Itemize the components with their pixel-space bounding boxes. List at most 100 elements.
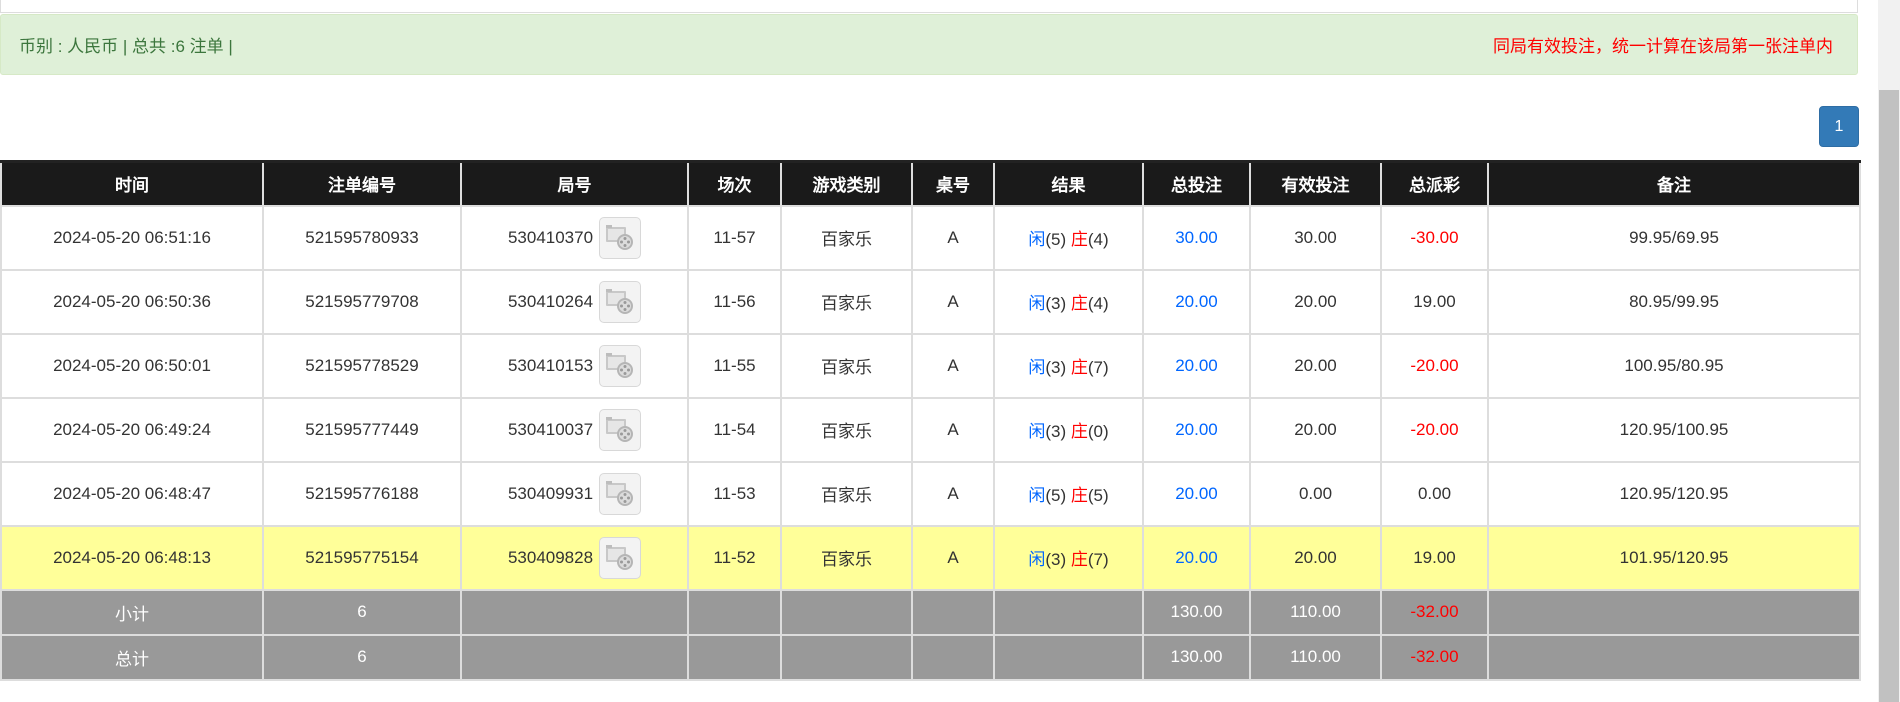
- cell-table-no: A: [911, 396, 995, 463]
- cell-round: 530410153: [460, 332, 689, 399]
- cell-session: 11-54: [687, 396, 782, 463]
- cell-valid-bet: 20.00: [1249, 524, 1382, 591]
- cell-note: 80.95/99.95: [1487, 268, 1861, 335]
- grand-total-label: 总计: [0, 633, 264, 681]
- cell-game-type: 百家乐: [780, 204, 913, 271]
- cell-note: 120.95/100.95: [1487, 396, 1861, 463]
- cell-valid-bet: 30.00: [1249, 204, 1382, 271]
- subtotal-payout: -32.00: [1380, 588, 1489, 636]
- subtotal-valid-bet: 110.00: [1249, 588, 1382, 636]
- cell-time: 2024-05-20 06:48:47: [0, 460, 264, 527]
- cell-bet-id: 521595780933: [262, 204, 462, 271]
- cell-payout: 19.00: [1380, 524, 1489, 591]
- result-banker-label: 庄: [1070, 486, 1088, 505]
- round-number: 530410037: [507, 419, 594, 439]
- result-banker-value: (4): [1087, 230, 1109, 249]
- video-replay-icon[interactable]: [599, 536, 642, 579]
- video-replay-icon[interactable]: [599, 344, 642, 387]
- result-player-label: 闲: [1028, 486, 1046, 505]
- header-time: 时间: [0, 160, 264, 207]
- cell-game-type: 百家乐: [780, 332, 913, 399]
- cell-session: 11-57: [687, 204, 782, 271]
- result-player-label: 闲: [1028, 358, 1046, 377]
- info-bar: 币别 : 人民币 | 总共 :6 注单 | 同局有效投注，统一计算在该局第一张注…: [0, 14, 1858, 75]
- result-player-value: (5): [1045, 486, 1067, 505]
- cell-total-bet: 20.00: [1142, 268, 1251, 335]
- cell-session: 11-52: [687, 524, 782, 591]
- grand-total-row: 总计 6 130.00 110.00 -32.00: [0, 633, 1861, 681]
- table-header-row: 时间 注单编号 局号 场次 游戏类别 桌号 结果 总投注 有效投注 总派彩 备注: [0, 160, 1861, 207]
- cell-time: 2024-05-20 06:49:24: [0, 396, 264, 463]
- result-player-value: (3): [1045, 422, 1067, 441]
- round-number: 530410264: [507, 291, 594, 311]
- cell-result: 闲(3) 庄(7): [993, 332, 1144, 399]
- result-banker-value: (0): [1087, 422, 1109, 441]
- cell-time: 2024-05-20 06:48:13: [0, 524, 264, 591]
- header-table-no: 桌号: [911, 160, 995, 207]
- cell-session: 11-56: [687, 268, 782, 335]
- video-replay-icon[interactable]: [599, 280, 642, 323]
- video-replay-icon[interactable]: [599, 472, 642, 515]
- cell-total-bet: 20.00: [1142, 524, 1251, 591]
- cell-note: 120.95/120.95: [1487, 460, 1861, 527]
- cell-game-type: 百家乐: [780, 524, 913, 591]
- subtotal-total-bet: 130.00: [1142, 588, 1251, 636]
- cell-total-bet: 30.00: [1142, 204, 1251, 271]
- cell-valid-bet: 20.00: [1249, 332, 1382, 399]
- header-round: 局号: [460, 160, 689, 207]
- top-panel-edge: [0, 0, 1858, 13]
- cell-payout: -30.00: [1380, 204, 1489, 271]
- result-player-value: (3): [1045, 550, 1067, 569]
- cell-table-no: A: [911, 332, 995, 399]
- cell-bet-id: 521595779708: [262, 268, 462, 335]
- bet-records-table: 时间 注单编号 局号 场次 游戏类别 桌号 结果 总投注 有效投注 总派彩 备注…: [0, 160, 1861, 681]
- result-player-value: (3): [1045, 294, 1067, 313]
- page-button-1[interactable]: 1: [1819, 106, 1859, 147]
- cell-total-bet: 20.00: [1142, 332, 1251, 399]
- result-banker-label: 庄: [1070, 358, 1088, 377]
- result-banker-label: 庄: [1070, 422, 1088, 441]
- result-banker-value: (7): [1087, 550, 1109, 569]
- grand-total-valid-bet: 110.00: [1249, 633, 1382, 681]
- result-player-value: (3): [1045, 358, 1067, 377]
- cell-total-bet: 20.00: [1142, 396, 1251, 463]
- table-row: 2024-05-20 06:48:47 521595776188 530409931…: [0, 460, 1861, 527]
- cell-result: 闲(5) 庄(4): [993, 204, 1144, 271]
- cell-payout: -20.00: [1380, 396, 1489, 463]
- notice-text: 同局有效投注，统一计算在该局第一张注单内: [1493, 37, 1833, 56]
- result-player-label: 闲: [1028, 550, 1046, 569]
- table-row: 2024-05-20 06:50:01 521595778529 530410153…: [0, 332, 1861, 399]
- header-payout: 总派彩: [1380, 160, 1489, 207]
- grand-total-count: 6: [262, 633, 462, 681]
- cell-time: 2024-05-20 06:50:01: [0, 332, 264, 399]
- scrollbar-thumb[interactable]: [1879, 90, 1899, 702]
- header-valid-bet: 有效投注: [1249, 160, 1382, 207]
- header-game-type: 游戏类别: [780, 160, 913, 207]
- round-number: 530410153: [507, 355, 594, 375]
- video-replay-icon[interactable]: [599, 216, 642, 259]
- cell-note: 100.95/80.95: [1487, 332, 1861, 399]
- currency-summary: 币别 : 人民币 | 总共 :6 注单 |: [19, 37, 233, 56]
- round-number: 530410370: [507, 227, 594, 247]
- header-session: 场次: [687, 160, 782, 207]
- table-row: 2024-05-20 06:48:13 521595775154 530409828…: [0, 524, 1861, 591]
- result-player-value: (5): [1045, 230, 1067, 249]
- result-player-label: 闲: [1028, 294, 1046, 313]
- cell-total-bet: 20.00: [1142, 460, 1251, 527]
- result-banker-value: (5): [1087, 486, 1109, 505]
- cell-table-no: A: [911, 268, 995, 335]
- cell-round: 530409931: [460, 460, 689, 527]
- video-replay-icon[interactable]: [599, 408, 642, 451]
- result-banker-label: 庄: [1070, 230, 1088, 249]
- cell-game-type: 百家乐: [780, 396, 913, 463]
- cell-time: 2024-05-20 06:51:16: [0, 204, 264, 271]
- header-bet-id: 注单编号: [262, 160, 462, 207]
- cell-payout: 19.00: [1380, 268, 1489, 335]
- cell-payout: -20.00: [1380, 332, 1489, 399]
- header-total-bet: 总投注: [1142, 160, 1251, 207]
- table-row: 2024-05-20 06:49:24 521595777449 530410037…: [0, 396, 1861, 463]
- cell-bet-id: 521595776188: [262, 460, 462, 527]
- header-note: 备注: [1487, 160, 1861, 207]
- cell-round: 530410370: [460, 204, 689, 271]
- cell-bet-id: 521595777449: [262, 396, 462, 463]
